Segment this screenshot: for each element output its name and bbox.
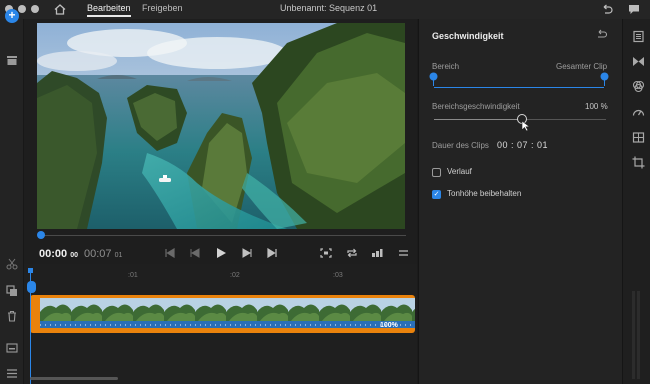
volume-icon[interactable]	[371, 248, 383, 258]
reverse-checkbox-label: Verlauf	[447, 167, 472, 176]
speed-panel	[418, 19, 622, 384]
duration-timecode: 00:07 01	[84, 248, 122, 260]
timeline-scrollbar[interactable]	[30, 377, 118, 380]
speed-icon[interactable]	[632, 106, 645, 119]
duration-label: Dauer des Clips	[432, 141, 489, 150]
scrub-track[interactable]	[40, 235, 406, 236]
top-bar: Bearbeiten Freigeben Unbenannt: Sequenz …	[0, 0, 650, 19]
duplicate-icon[interactable]	[6, 285, 18, 297]
reverse-checkbox[interactable]	[432, 168, 441, 177]
play-icon[interactable]	[215, 247, 227, 259]
range-start-handle[interactable]	[429, 72, 438, 86]
sequence-title: Unbenannt: Sequenz 01	[280, 3, 378, 13]
playhead-handle[interactable]	[27, 281, 36, 293]
duration-value[interactable]: 00 : 07 : 01	[497, 140, 548, 150]
tab-edit[interactable]: Bearbeiten	[87, 3, 131, 17]
chat-icon[interactable]	[628, 4, 640, 15]
window-minimize-button[interactable]	[18, 5, 26, 13]
captions-icon[interactable]	[6, 343, 18, 353]
list-icon[interactable]	[6, 368, 18, 379]
range-right-label: Gesamter Clip	[556, 62, 608, 71]
current-timecode: 00:00 00	[39, 248, 78, 260]
cursor-icon	[521, 120, 531, 132]
scrub-handle[interactable]	[37, 231, 45, 239]
scissors-icon[interactable]	[6, 258, 18, 270]
transform-icon[interactable]	[632, 156, 645, 169]
range-label: Bereich	[432, 62, 460, 71]
fit-icon[interactable]	[320, 248, 332, 258]
duration-timecode-value: 00:07	[84, 248, 112, 260]
video-preview[interactable]	[37, 23, 405, 229]
range-end-handle[interactable]	[600, 72, 609, 86]
media-bin-icon[interactable]	[6, 55, 18, 66]
undo-icon[interactable]	[601, 4, 613, 15]
ruler-label: :02	[230, 272, 240, 279]
speed-label: Bereichsgeschwindigkeit	[432, 102, 520, 111]
speed-value: 100 %	[585, 102, 608, 111]
step-forward-icon[interactable]	[241, 248, 253, 258]
maintain-pitch-checkbox-label: Tonhöhe beibehalten	[447, 189, 522, 198]
panel-title: Geschwindigkeit	[432, 31, 504, 41]
duration-timecode-frames: 01	[114, 252, 123, 259]
loop-icon[interactable]	[346, 248, 358, 258]
speed-track-fill	[434, 119, 522, 120]
left-toolbar	[0, 19, 24, 384]
right-icon-rail	[622, 19, 650, 384]
transitions-icon[interactable]	[632, 55, 645, 68]
reset-icon[interactable]	[596, 29, 608, 39]
go-to-end-icon[interactable]	[266, 248, 278, 258]
audio-meter-left	[632, 291, 635, 379]
ruler-label: :01	[128, 272, 138, 279]
current-timecode-frames: 00	[70, 252, 78, 259]
step-back-icon[interactable]	[189, 248, 201, 258]
ruler-label: :03	[333, 272, 343, 279]
window-maximize-button[interactable]	[31, 5, 39, 13]
home-icon[interactable]	[54, 4, 66, 15]
properties-icon[interactable]	[632, 30, 645, 43]
audio-meter-right	[637, 291, 640, 379]
effects-icon[interactable]	[632, 80, 645, 93]
add-media-button[interactable]: +	[5, 9, 19, 23]
current-timecode-value: 00:00	[39, 248, 68, 260]
maintain-pitch-checkbox[interactable]: ✓	[432, 190, 441, 199]
go-to-start-icon[interactable]	[164, 248, 176, 258]
clip-thumbnails[interactable]	[40, 298, 415, 328]
menu-icon[interactable]	[398, 249, 409, 257]
crop-icon[interactable]	[632, 131, 645, 144]
trash-icon[interactable]	[6, 310, 18, 322]
clip-speed-label: 100%	[380, 322, 398, 329]
tab-share[interactable]: Freigeben	[142, 3, 183, 13]
range-track[interactable]	[434, 87, 604, 88]
